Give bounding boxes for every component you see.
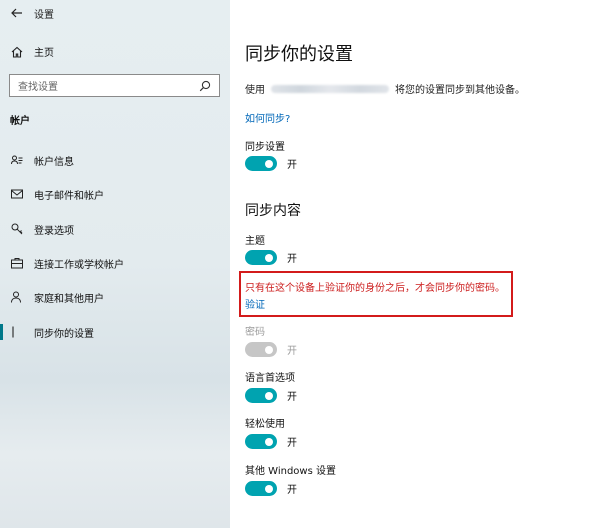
password-warning-text: 只有在这个设备上验证你的身份之后，才会同步你的密码。 <box>245 283 505 294</box>
toggle-knob <box>265 484 273 493</box>
sidebar-item-label: 电子邮件和帐户 <box>34 190 104 202</box>
section-title: 帐户 <box>10 116 30 127</box>
ease-of-access-toggle-row: 开 <box>245 434 297 449</box>
theme-toggle-row: 开 <box>245 250 297 265</box>
sidebar: 设置 主页 查找设置 帐户 帐户信息 电子邮件和帐户 登录选项 连接工作或学校帐… <box>0 0 230 528</box>
person-card-icon <box>11 155 23 165</box>
person-add-icon <box>11 291 21 303</box>
back-button[interactable] <box>0 0 34 26</box>
sidebar-item-family-users[interactable]: 家庭和其他用户 <box>0 285 230 309</box>
ease-of-access-label: 轻松使用 <box>245 419 285 430</box>
home-label: 主页 <box>34 48 54 59</box>
home-nav-item[interactable]: 主页 <box>10 44 54 59</box>
other-windows-settings-toggle[interactable] <box>245 481 277 496</box>
sync-setting-label: 同步设置 <box>245 142 285 153</box>
sidebar-item-email-accounts[interactable]: 电子邮件和帐户 <box>0 182 230 206</box>
password-state: 开 <box>287 346 297 357</box>
sidebar-item-label: 同步你的设置 <box>34 328 94 340</box>
sync-icon <box>12 326 14 338</box>
toggle-knob <box>265 391 273 400</box>
other-windows-settings-state: 开 <box>287 485 297 496</box>
password-toggle <box>245 342 277 357</box>
briefcase-icon <box>11 258 23 269</box>
home-icon <box>11 46 23 58</box>
key-icon <box>11 223 23 235</box>
verify-link[interactable]: 验证 <box>245 296 265 311</box>
search-input[interactable]: 查找设置 <box>9 74 220 97</box>
sidebar-item-sync-settings[interactable]: 同步你的设置 <box>0 320 230 344</box>
sync-description: 使用 将您的设置同步到其他设备。 <box>245 81 525 96</box>
desc-suffix: 将您的设置同步到其他设备。 <box>395 85 525 96</box>
theme-toggle[interactable] <box>245 250 277 265</box>
language-toggle-row: 开 <box>245 388 297 403</box>
sidebar-item-label: 家庭和其他用户 <box>34 293 104 305</box>
blurred-email <box>271 84 389 93</box>
search-placeholder: 查找设置 <box>18 82 58 93</box>
language-toggle[interactable] <box>245 388 277 403</box>
sidebar-item-label: 连接工作或学校帐户 <box>34 259 124 271</box>
sync-content-header: 同步内容 <box>245 203 301 219</box>
language-label: 语言首选项 <box>245 373 295 384</box>
theme-state: 开 <box>287 254 297 265</box>
ease-of-access-state: 开 <box>287 438 297 449</box>
sync-setting-state: 开 <box>287 160 297 171</box>
page-title: 同步你的设置 <box>245 44 353 65</box>
toggle-knob <box>265 253 273 262</box>
sidebar-item-label: 登录选项 <box>34 225 74 237</box>
desc-prefix: 使用 <box>245 85 265 96</box>
password-toggle-row: 开 <box>245 342 297 357</box>
title-bar: 设置 <box>0 0 230 26</box>
sync-setting-toggle[interactable] <box>245 156 277 171</box>
active-indicator <box>0 324 3 340</box>
arrow-left-icon <box>11 8 22 18</box>
search-icon[interactable] <box>199 80 211 92</box>
toggle-knob <box>265 159 273 168</box>
sync-setting-toggle-row: 开 <box>245 156 297 171</box>
toggle-knob <box>265 437 273 446</box>
password-label: 密码 <box>245 327 265 338</box>
other-windows-settings-label: 其他 Windows 设置 <box>245 466 336 477</box>
mail-icon <box>11 189 23 199</box>
sidebar-item-sign-in-options[interactable]: 登录选项 <box>0 217 230 241</box>
how-sync-link[interactable]: 如何同步? <box>245 110 290 125</box>
ease-of-access-toggle[interactable] <box>245 434 277 449</box>
sidebar-item-label: 帐户信息 <box>34 156 74 168</box>
other-windows-settings-toggle-row: 开 <box>245 481 297 496</box>
sidebar-item-work-school[interactable]: 连接工作或学校帐户 <box>0 251 230 275</box>
window-title: 设置 <box>34 9 54 21</box>
sidebar-item-account-info[interactable]: 帐户信息 <box>0 148 230 172</box>
warning-highlight-box <box>239 271 513 317</box>
main-panel: 同步你的设置 使用 将您的设置同步到其他设备。 如何同步? 同步设置 开 同步内… <box>230 0 600 528</box>
theme-label: 主题 <box>245 236 265 247</box>
toggle-knob <box>265 345 273 354</box>
language-state: 开 <box>287 392 297 403</box>
